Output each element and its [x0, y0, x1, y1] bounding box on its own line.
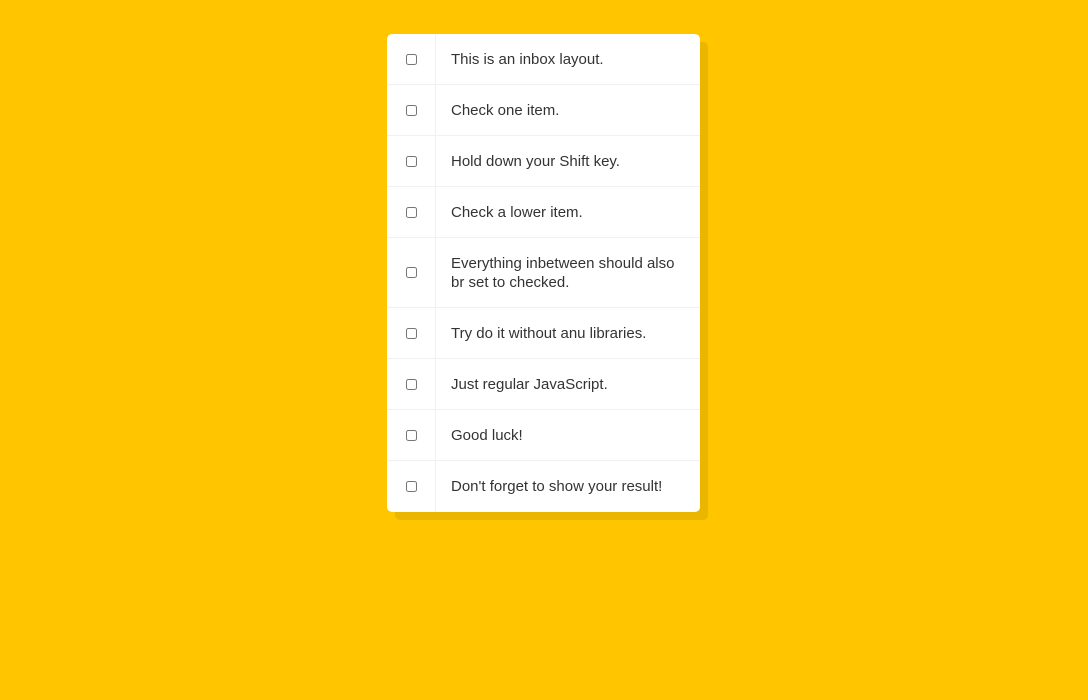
inbox-item[interactable]: This is an inbox layout. [387, 34, 700, 85]
inbox-item[interactable]: Check a lower item. [387, 187, 700, 238]
item-label: Try do it without anu libraries. [451, 324, 647, 342]
checkbox-cell [387, 34, 436, 84]
item-checkbox[interactable] [405, 104, 417, 116]
checkbox-cell [387, 359, 436, 409]
item-checkbox[interactable] [405, 206, 417, 218]
checkbox-cell [387, 308, 436, 358]
item-label: Everything inbetween should also br set … [451, 254, 675, 291]
item-checkbox[interactable] [405, 267, 417, 278]
item-label: Good luck! [451, 426, 523, 444]
item-label: Check a lower item. [451, 203, 583, 221]
item-checkbox[interactable] [405, 53, 417, 65]
item-label: Just regular JavaScript. [451, 375, 608, 393]
inbox-item[interactable]: Good luck! [387, 410, 700, 461]
checkbox-cell [387, 238, 436, 307]
item-label: Don't forget to show your result! [451, 478, 663, 495]
item-label: Check one item. [451, 101, 560, 119]
item-checkbox[interactable] [405, 155, 417, 167]
inbox-item[interactable]: Try do it without anu libraries. [387, 308, 700, 359]
item-label: Hold down your Shift key. [451, 152, 620, 170]
inbox-item[interactable]: Check one item. [387, 85, 700, 136]
item-label: This is an inbox layout. [451, 50, 604, 68]
item-checkbox[interactable] [405, 429, 417, 441]
inbox-item[interactable]: Everything inbetween should also br set … [387, 238, 700, 308]
item-checkbox[interactable] [405, 327, 417, 339]
checkbox-cell [387, 461, 436, 512]
item-checkbox[interactable] [405, 378, 417, 390]
checkbox-cell [387, 136, 436, 186]
inbox-item[interactable]: Just regular JavaScript. [387, 359, 700, 410]
inbox-item[interactable]: Hold down your Shift key. [387, 136, 700, 187]
checkbox-cell [387, 410, 436, 460]
inbox-list: This is an inbox layout. Check one item.… [387, 34, 700, 512]
checkbox-cell [387, 85, 436, 135]
inbox-item[interactable]: Don't forget to show your result! [387, 461, 700, 512]
item-checkbox[interactable] [405, 481, 417, 492]
checkbox-cell [387, 187, 436, 237]
